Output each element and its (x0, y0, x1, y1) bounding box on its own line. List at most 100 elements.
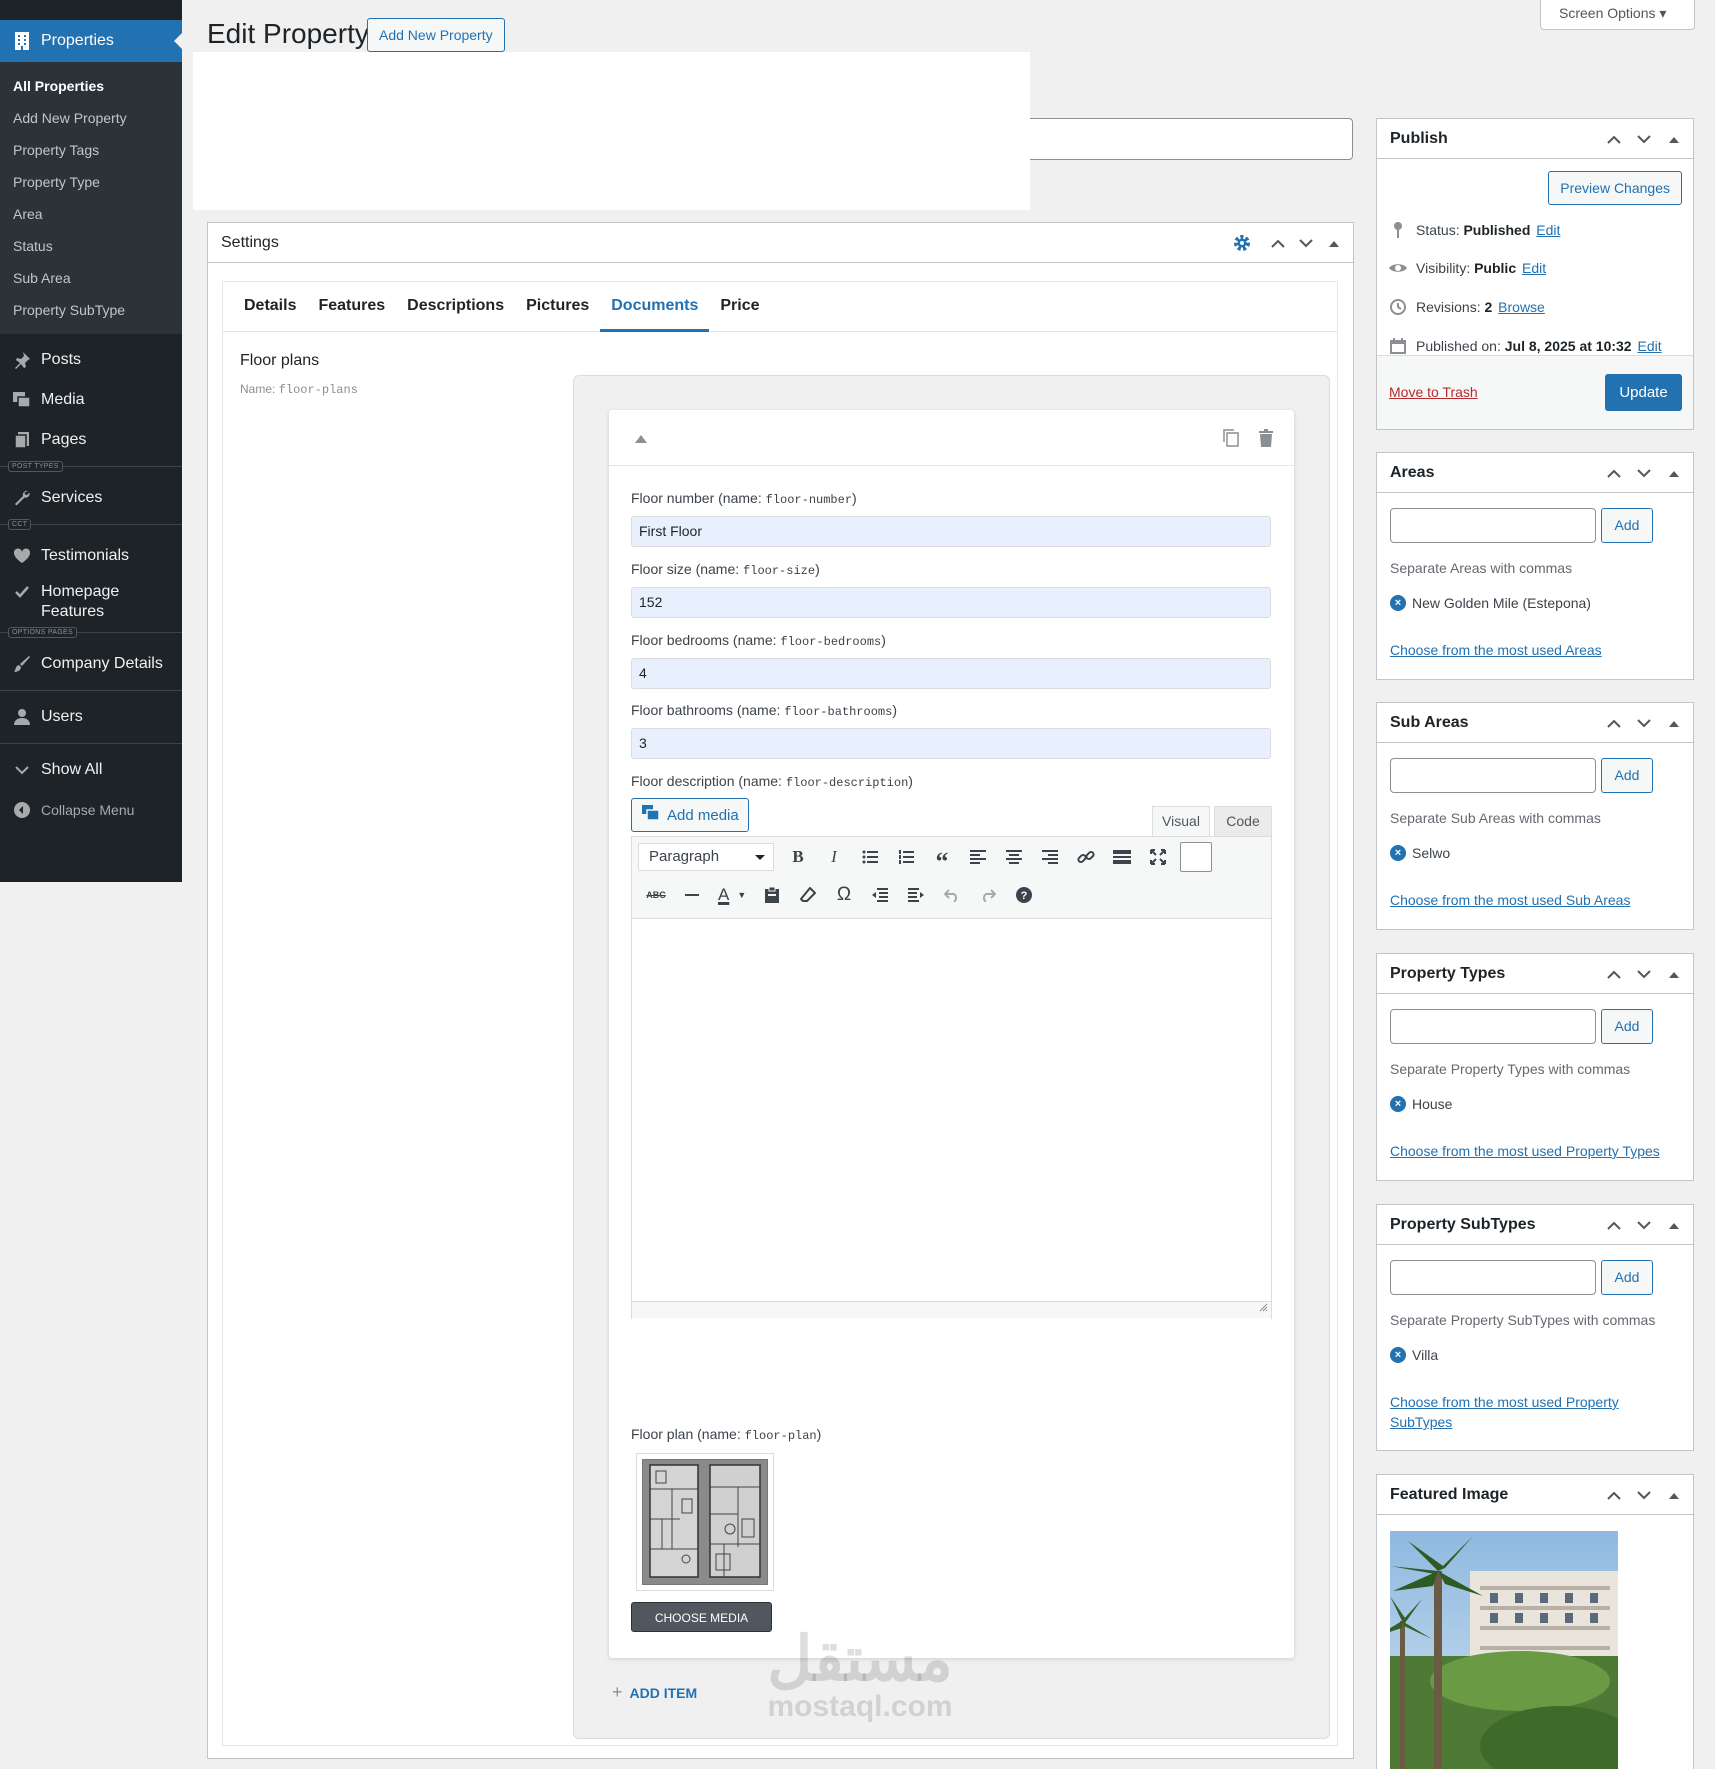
toggle-panel-icon[interactable] (1663, 963, 1685, 985)
tab-descriptions[interactable]: Descriptions (396, 282, 515, 331)
sub-areas-add-button[interactable]: Add (1601, 758, 1653, 793)
choose-media-button[interactable]: CHOOSE MEDIA (631, 1602, 772, 1632)
floor-number-input[interactable]: First Floor (631, 516, 1271, 547)
move-down-icon[interactable] (1633, 1214, 1655, 1236)
edit-date-link[interactable]: Edit (1638, 338, 1662, 354)
toggle-panel-icon[interactable] (1663, 128, 1685, 150)
add-item-button[interactable]: + ADD ITEM (612, 1682, 697, 1703)
edit-status-link[interactable]: Edit (1536, 222, 1560, 238)
property-subtypes-most-used-link[interactable]: Choose from the most used Property SubTy… (1390, 1392, 1650, 1432)
toggle-panel-icon[interactable] (1663, 712, 1685, 734)
areas-add-button[interactable]: Add (1601, 508, 1653, 543)
toolbar-toggle-button[interactable] (1180, 842, 1212, 872)
code-tab[interactable]: Code (1214, 806, 1272, 836)
add-media-button[interactable]: Add media (631, 798, 749, 832)
fullscreen-icon[interactable] (1140, 842, 1176, 872)
tab-price[interactable]: Price (709, 282, 770, 331)
floor-plan-thumbnail[interactable] (636, 1453, 774, 1591)
bullet-list-icon[interactable] (852, 842, 888, 872)
property-types-input[interactable] (1390, 1009, 1596, 1044)
property-subtypes-input[interactable] (1390, 1260, 1596, 1295)
move-up-icon[interactable] (1603, 462, 1625, 484)
remove-tag-icon[interactable]: × (1390, 1347, 1406, 1363)
undo-icon[interactable] (934, 880, 970, 910)
menu-services[interactable]: Services (0, 478, 182, 518)
submenu-add-new-property[interactable]: Add New Property (0, 102, 182, 134)
menu-show-all[interactable]: Show All (0, 750, 182, 790)
property-types-add-button[interactable]: Add (1601, 1009, 1653, 1044)
floor-bathrooms-input[interactable]: 3 (631, 728, 1271, 759)
resize-handle-icon[interactable] (1259, 1299, 1268, 1316)
blockquote-icon[interactable]: “ (924, 842, 960, 876)
tab-documents[interactable]: Documents (600, 282, 710, 332)
preview-changes-button[interactable]: Preview Changes (1548, 171, 1682, 205)
toggle-panel-icon[interactable] (1663, 1484, 1685, 1506)
collapse-item-icon[interactable] (635, 430, 647, 447)
floor-size-input[interactable]: 152 (631, 587, 1271, 618)
toggle-panel-icon[interactable] (1323, 232, 1345, 254)
submenu-property-type[interactable]: Property Type (0, 166, 182, 198)
numbered-list-icon[interactable] (888, 842, 924, 872)
areas-input[interactable] (1390, 508, 1596, 543)
link-icon[interactable] (1068, 842, 1104, 872)
edit-visibility-link[interactable]: Edit (1522, 260, 1546, 276)
horizontal-line-icon[interactable] (674, 880, 710, 910)
align-left-icon[interactable] (960, 842, 996, 872)
move-up-icon[interactable] (1603, 1214, 1625, 1236)
menu-users[interactable]: Users (0, 697, 182, 737)
remove-tag-icon[interactable]: × (1390, 595, 1406, 611)
tab-details[interactable]: Details (233, 282, 307, 331)
align-center-icon[interactable] (996, 842, 1032, 872)
menu-media[interactable]: Media (0, 380, 182, 420)
remove-tag-icon[interactable]: × (1390, 845, 1406, 861)
paste-text-icon[interactable] (754, 880, 790, 910)
italic-icon[interactable]: I (816, 842, 852, 872)
menu-pages[interactable]: Pages (0, 420, 182, 460)
move-up-icon[interactable] (1603, 963, 1625, 985)
copy-icon[interactable] (1222, 428, 1240, 452)
move-down-icon[interactable] (1633, 1484, 1655, 1506)
submenu-area[interactable]: Area (0, 198, 182, 230)
outdent-icon[interactable] (862, 880, 898, 910)
areas-most-used-link[interactable]: Choose from the most used Areas (1390, 640, 1680, 660)
submenu-property-subtype[interactable]: Property SubType (0, 294, 182, 326)
update-button[interactable]: Update (1605, 374, 1682, 411)
move-down-icon[interactable] (1633, 128, 1655, 150)
special-character-icon[interactable]: Ω (826, 880, 862, 910)
add-new-property-button[interactable]: Add New Property (367, 18, 505, 52)
toggle-panel-icon[interactable] (1663, 1214, 1685, 1236)
featured-image-thumbnail[interactable] (1390, 1531, 1618, 1769)
move-up-icon[interactable] (1267, 232, 1289, 254)
gear-icon[interactable] (1231, 232, 1253, 254)
menu-homepage-features[interactable]: Homepage Features (0, 576, 182, 626)
submenu-sub-area[interactable]: Sub Area (0, 262, 182, 294)
move-down-icon[interactable] (1295, 232, 1317, 254)
remove-tag-icon[interactable]: × (1390, 1096, 1406, 1112)
clear-formatting-icon[interactable] (790, 880, 826, 910)
property-subtypes-add-button[interactable]: Add (1601, 1260, 1653, 1295)
browse-revisions-link[interactable]: Browse (1498, 299, 1545, 315)
menu-testimonials[interactable]: Testimonials (0, 536, 182, 576)
floor-bedrooms-input[interactable]: 4 (631, 658, 1271, 689)
submenu-status[interactable]: Status (0, 230, 182, 262)
editor-resize-bar[interactable] (632, 1301, 1271, 1318)
menu-company-details[interactable]: Company Details (0, 644, 182, 684)
tab-features[interactable]: Features (307, 282, 396, 331)
move-up-icon[interactable] (1603, 128, 1625, 150)
bold-icon[interactable]: B (780, 842, 816, 872)
help-icon[interactable]: ? (1006, 880, 1042, 910)
sub-areas-most-used-link[interactable]: Choose from the most used Sub Areas (1390, 890, 1680, 910)
menu-posts[interactable]: Posts (0, 340, 182, 380)
editor-content-area[interactable] (632, 919, 1271, 1391)
format-select[interactable]: Paragraph (638, 843, 774, 871)
indent-icon[interactable] (898, 880, 934, 910)
toggle-panel-icon[interactable] (1663, 462, 1685, 484)
tab-pictures[interactable]: Pictures (515, 282, 600, 331)
menu-properties[interactable]: Properties (0, 20, 182, 62)
read-more-icon[interactable] (1104, 842, 1140, 872)
move-up-icon[interactable] (1603, 1484, 1625, 1506)
align-right-icon[interactable] (1032, 842, 1068, 872)
visual-tab[interactable]: Visual (1152, 806, 1210, 836)
move-down-icon[interactable] (1633, 963, 1655, 985)
property-types-most-used-link[interactable]: Choose from the most used Property Types (1390, 1141, 1680, 1161)
